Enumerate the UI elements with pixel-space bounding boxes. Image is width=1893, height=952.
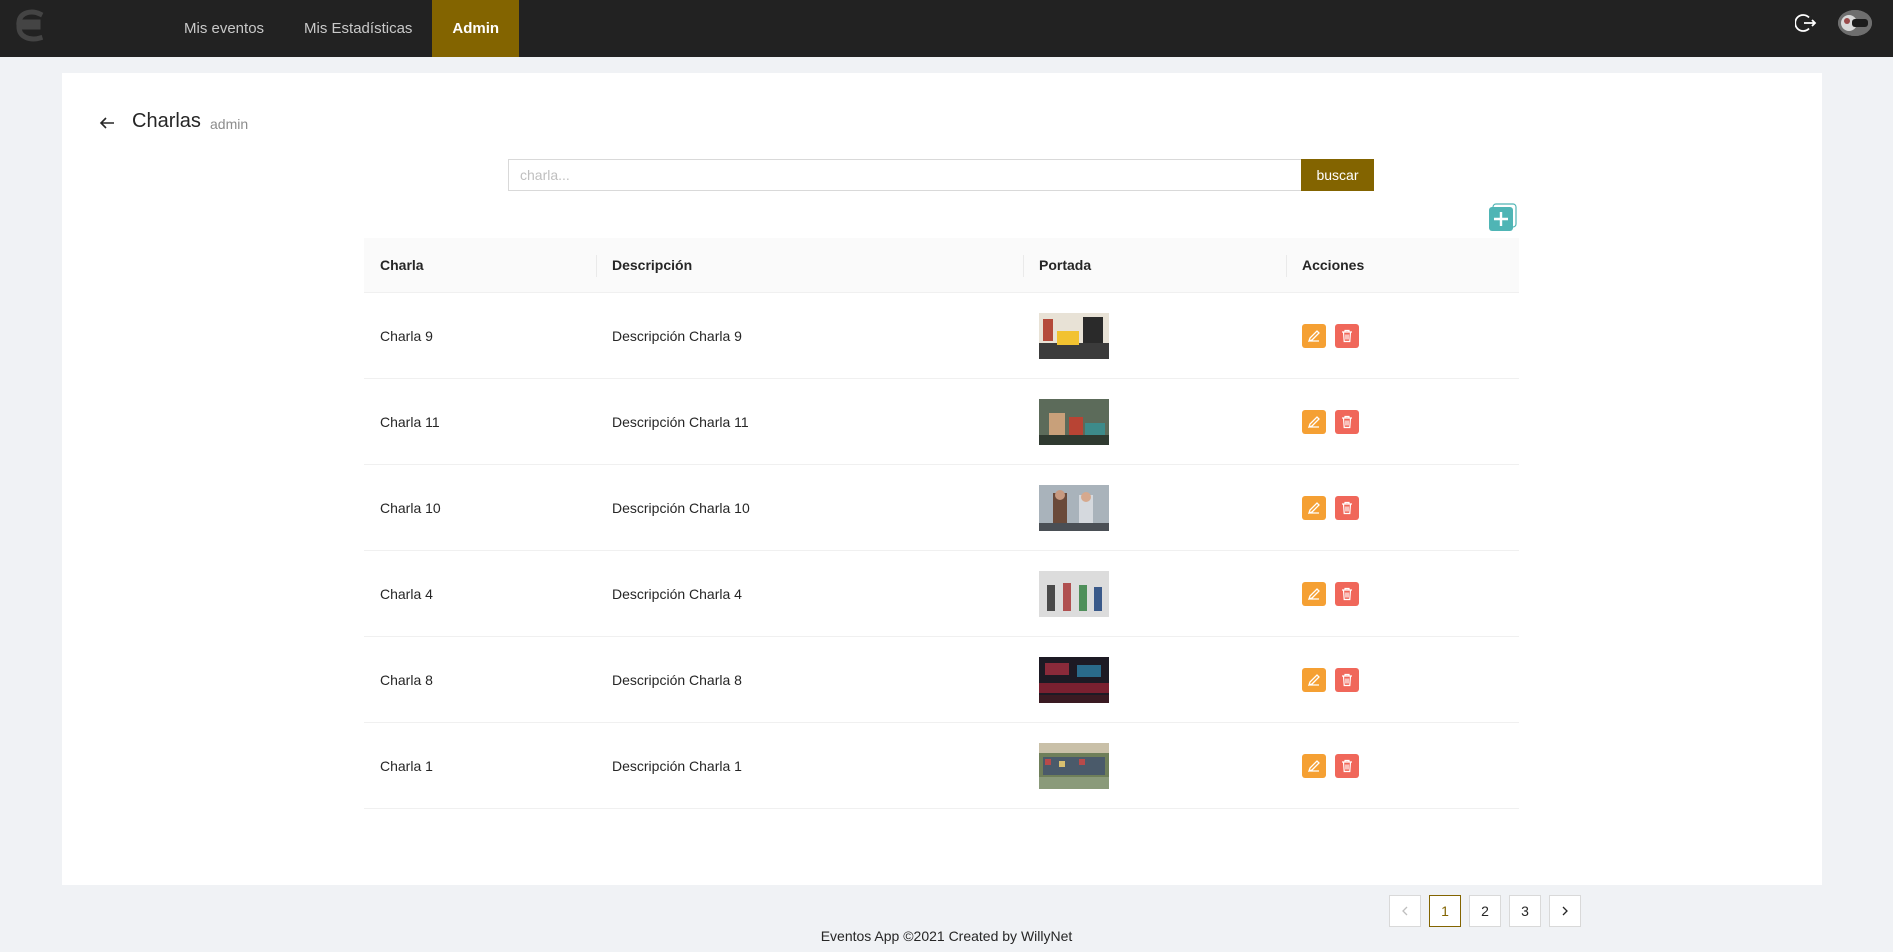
cell-portada (1023, 312, 1286, 359)
pencil-icon (1307, 501, 1320, 514)
portada-image[interactable] (1039, 570, 1109, 617)
chevron-right-icon (1562, 906, 1568, 916)
table-row: Charla 10 Descripción Charla 10 (364, 465, 1519, 551)
trash-icon (1342, 673, 1352, 686)
avatar-image (1838, 10, 1872, 36)
column-header-charla: Charla (380, 257, 424, 273)
pagination-page-3[interactable]: 3 (1509, 895, 1541, 927)
pencil-icon (1307, 415, 1320, 428)
column-header-portada: Portada (1023, 238, 1286, 293)
delete-button[interactable] (1335, 753, 1359, 778)
edit-button[interactable] (1302, 581, 1326, 606)
column-header-descripcion-label: Descripción (612, 257, 693, 273)
column-header-acciones-label: Acciones (1302, 257, 1365, 273)
main-nav: Mis eventos Mis Estadísticas Admin (164, 0, 520, 57)
delete-button[interactable] (1335, 667, 1359, 692)
cell-portada (1023, 742, 1286, 789)
add-charla-button[interactable] (1489, 203, 1517, 231)
cell-portada (1023, 484, 1286, 531)
portada-image[interactable] (1039, 656, 1109, 703)
table-row: Charla 1 Descripción Charla 1 (364, 723, 1519, 809)
trash-icon (1342, 501, 1352, 514)
edit-button[interactable] (1302, 323, 1326, 348)
pencil-icon (1307, 329, 1320, 342)
pagination: 1 2 3 (1389, 895, 1581, 927)
table-row: Charla 8 Descripción Charla 8 (364, 637, 1519, 723)
cell-acciones (1286, 409, 1519, 434)
content-card: Charlas admin buscar Charla Descripción … (62, 73, 1822, 927)
table-header: Charla Descripción Portada Acciones (364, 238, 1519, 293)
column-header-portada-label: Portada (1039, 257, 1092, 273)
table-row: Charla 11 Descripción Charla 11 (364, 379, 1519, 465)
eventos-logo-icon[interactable] (14, 9, 44, 45)
column-header-acciones: Acciones (1286, 238, 1519, 293)
search-button[interactable]: buscar (1301, 159, 1374, 191)
cell-charla: Charla 4 (380, 585, 433, 602)
table-row: Charla 9 Descripción Charla 9 (364, 293, 1519, 379)
delete-button[interactable] (1335, 495, 1359, 520)
cell-charla: Charla 9 (380, 327, 433, 344)
cell-descripcion: Descripción Charla 1 (612, 757, 742, 774)
cell-descripcion: Descripción Charla 8 (612, 671, 742, 688)
arrow-left-icon[interactable] (98, 114, 116, 132)
cell-descripcion: Descripción Charla 4 (612, 585, 742, 602)
table-row: Charla 4 Descripción Charla 4 (364, 551, 1519, 637)
trash-icon (1342, 415, 1352, 428)
cell-descripcion: Descripción Charla 10 (612, 499, 750, 516)
trash-icon (1342, 329, 1352, 342)
portada-image[interactable] (1039, 742, 1109, 789)
cell-portada (1023, 656, 1286, 703)
portada-image[interactable] (1039, 312, 1109, 359)
nav-item-mis-estadisticas[interactable]: Mis Estadísticas (284, 0, 432, 57)
avatar[interactable] (1838, 10, 1872, 36)
portada-image[interactable] (1039, 398, 1109, 445)
trash-icon (1342, 587, 1352, 600)
cell-acciones (1286, 495, 1519, 520)
pagination-prev[interactable] (1389, 895, 1421, 927)
cell-portada (1023, 398, 1286, 445)
cell-descripcion: Descripción Charla 11 (612, 413, 749, 430)
cell-portada (1023, 570, 1286, 617)
cell-charla: Charla 8 (380, 671, 433, 688)
chevron-left-icon (1402, 906, 1408, 916)
top-navigation-bar: Mis eventos Mis Estadísticas Admin (0, 0, 1893, 57)
edit-button[interactable] (1302, 753, 1326, 778)
charlas-table: Charla Descripción Portada Acciones Char… (364, 238, 1519, 809)
footer-text: Eventos App ©2021 Created by WillyNet (820, 928, 1073, 944)
cell-charla: Charla 11 (380, 413, 440, 430)
edit-button[interactable] (1302, 409, 1326, 434)
cell-acciones (1286, 753, 1519, 778)
cell-descripcion: Descripción Charla 9 (612, 327, 742, 344)
page-title: Charlas (132, 110, 201, 132)
delete-button[interactable] (1335, 409, 1359, 434)
edit-button[interactable] (1302, 495, 1326, 520)
portada-image[interactable] (1039, 484, 1109, 531)
pencil-icon (1307, 673, 1320, 686)
cell-acciones (1286, 581, 1519, 606)
edit-button[interactable] (1302, 667, 1326, 692)
pagination-page-1[interactable]: 1 (1429, 895, 1461, 927)
page-subtitle: admin (210, 116, 249, 132)
cell-acciones (1286, 323, 1519, 348)
cell-acciones (1286, 667, 1519, 692)
pagination-next[interactable] (1549, 895, 1581, 927)
logout-icon[interactable] (1795, 12, 1817, 34)
column-header-descripcion: Descripción (596, 238, 1023, 293)
trash-icon (1342, 759, 1352, 772)
nav-item-mis-eventos[interactable]: Mis eventos (164, 0, 284, 57)
search-input[interactable] (508, 159, 1301, 191)
cell-charla: Charla 1 (380, 757, 433, 774)
pencil-icon (1307, 587, 1320, 600)
pagination-page-2[interactable]: 2 (1469, 895, 1501, 927)
search-bar: buscar (508, 159, 1374, 191)
pencil-icon (1307, 759, 1320, 772)
delete-button[interactable] (1335, 581, 1359, 606)
delete-button[interactable] (1335, 323, 1359, 348)
cell-charla: Charla 10 (380, 499, 441, 516)
nav-item-admin[interactable]: Admin (432, 0, 520, 57)
